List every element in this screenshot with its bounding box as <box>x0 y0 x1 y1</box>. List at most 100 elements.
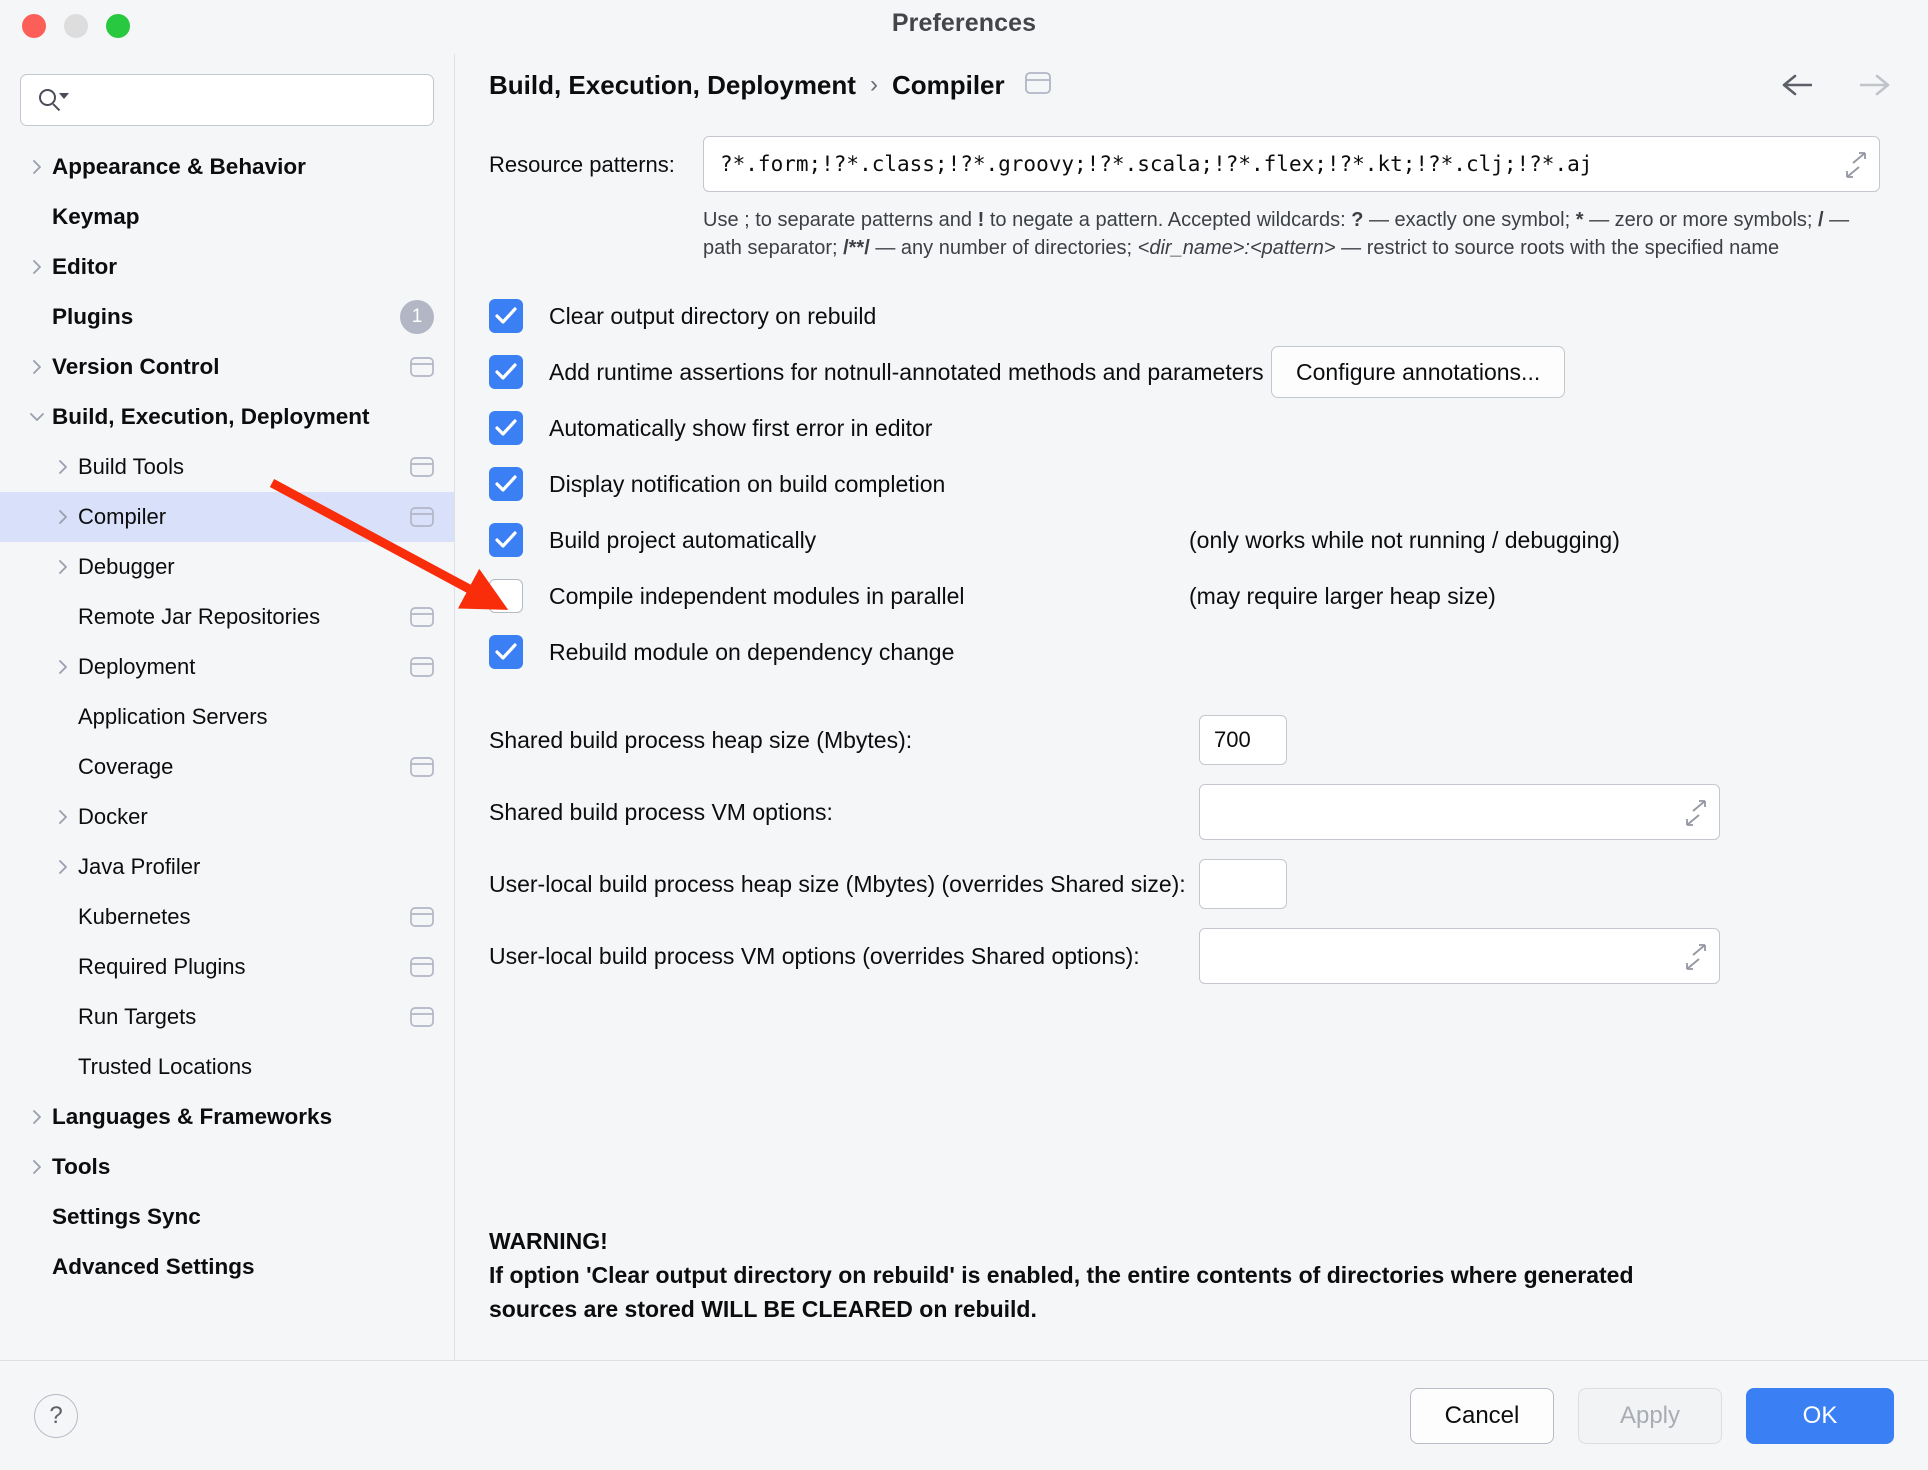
expand-editor-icon[interactable] <box>1841 147 1871 181</box>
field-input-user-local-build-process-vm-options-overrides-sh[interactable] <box>1199 928 1720 984</box>
hint-italic-dirname: <dir_name>:<pattern> <box>1137 237 1336 259</box>
search-input[interactable] <box>65 88 421 112</box>
resource-patterns-hint: Use ; to separate patterns and ! to nega… <box>703 206 1873 262</box>
sidebar-item-docker[interactable]: Docker <box>0 792 454 842</box>
sidebar-item-debugger[interactable]: Debugger <box>0 542 454 592</box>
project-scope-icon <box>410 357 434 377</box>
project-scope-icon <box>410 657 434 677</box>
checkbox-row: Build project automatically (only works w… <box>489 512 1880 568</box>
sidebar-item-coverage[interactable]: Coverage <box>0 742 454 792</box>
sidebar-item-remote-jar-repositories[interactable]: Remote Jar Repositories <box>0 592 454 642</box>
apply-button[interactable]: Apply <box>1578 1387 1722 1444</box>
sidebar-item-editor[interactable]: Editor <box>0 242 454 292</box>
sidebar-item-compiler[interactable]: Compiler <box>0 492 454 542</box>
breadcrumb-separator-icon: › <box>869 71 878 98</box>
resource-patterns-label: Resource patterns: <box>489 152 675 177</box>
sidebar-item-required-plugins[interactable]: Required Plugins <box>0 942 454 992</box>
title-bar: Preferences <box>0 0 1928 54</box>
breadcrumb-root[interactable]: Build, Execution, Deployment <box>489 70 856 101</box>
chevron-right-icon[interactable] <box>48 458 78 476</box>
checkbox-build-project-automatically[interactable] <box>489 523 523 557</box>
ok-button[interactable]: OK <box>1746 1387 1894 1444</box>
plugins-update-badge: 1 <box>400 300 434 334</box>
sidebar-item-languages-frameworks[interactable]: Languages & Frameworks <box>0 1092 454 1142</box>
chevron-right-icon[interactable] <box>48 858 78 876</box>
settings-sidebar: Appearance & Behavior Keymap Editor Plugins… <box>0 54 455 1360</box>
hint-part-3: — exactly one symbol; <box>1363 209 1576 231</box>
sidebar-item-plugins[interactable]: Plugins 1 <box>0 292 454 342</box>
sidebar-item-application-servers[interactable]: Application Servers <box>0 692 454 742</box>
chevron-right-icon[interactable] <box>22 258 52 276</box>
hint-part-2: to negate a pattern. Accepted wildcards: <box>984 209 1352 231</box>
sidebar-item-version-control[interactable]: Version Control <box>0 342 454 392</box>
sidebar-item-label: Remote Jar Repositories <box>78 604 321 629</box>
chevron-right-icon[interactable] <box>22 358 52 376</box>
sidebar-item-keymap[interactable]: Keymap <box>0 192 454 242</box>
checkbox-display-notification-on-build-completion[interactable] <box>489 467 523 501</box>
sidebar-item-label: Build, Execution, Deployment <box>52 404 370 429</box>
hint-bold-star: * <box>1575 209 1584 231</box>
project-scope-icon <box>410 1007 434 1027</box>
field-row: Shared build process heap size (Mbytes):… <box>489 704 1880 776</box>
hint-bold-globstar: /**/ <box>843 237 870 259</box>
checkbox-row: Add runtime assertions for notnull-annot… <box>489 344 1880 400</box>
breadcrumb-bar: Build, Execution, Deployment › Compiler <box>455 54 1928 116</box>
configure-annotations-button[interactable]: Configure annotations... <box>1271 346 1566 398</box>
chevron-right-icon[interactable] <box>22 158 52 176</box>
settings-tree: Appearance & Behavior Keymap Editor Plugins… <box>0 132 454 1360</box>
chevron-right-icon[interactable] <box>22 1108 52 1126</box>
field-value: 700 <box>1214 727 1251 752</box>
warning-line-2: If option 'Clear output directory on reb… <box>489 1262 1634 1288</box>
sidebar-item-label: Required Plugins <box>78 954 246 979</box>
checkbox-add-runtime-assertions-for-notnull-annotated-methods-and-parameters[interactable] <box>489 355 523 389</box>
search-box[interactable] <box>20 74 434 126</box>
sidebar-item-label: Compiler <box>78 504 167 529</box>
sidebar-item-kubernetes[interactable]: Kubernetes <box>0 892 454 942</box>
chevron-right-icon[interactable] <box>22 1158 52 1176</box>
chevron-right-icon[interactable] <box>48 558 78 576</box>
sidebar-item-label: Settings Sync <box>52 1204 201 1229</box>
checkbox-rebuild-module-on-dependency-change[interactable] <box>489 635 523 669</box>
project-scope-icon <box>410 907 434 927</box>
checkbox-automatically-show-first-error-in-editor[interactable] <box>489 411 523 445</box>
project-scope-icon <box>410 507 434 527</box>
sidebar-item-deployment[interactable]: Deployment <box>0 642 454 692</box>
build-process-fields: Shared build process heap size (Mbytes):… <box>489 704 1880 992</box>
checkbox-label: Build project automatically <box>549 526 817 553</box>
expand-editor-icon[interactable] <box>1681 939 1711 973</box>
field-input-shared-build-process-vm-options[interactable] <box>1199 784 1720 840</box>
sidebar-item-tools[interactable]: Tools <box>0 1142 454 1192</box>
sidebar-item-appearance-behavior[interactable]: Appearance & Behavior <box>0 142 454 192</box>
sidebar-item-label: Coverage <box>78 754 174 779</box>
cancel-button[interactable]: Cancel <box>1410 1387 1554 1444</box>
sidebar-item-run-targets[interactable]: Run Targets <box>0 992 454 1042</box>
sidebar-item-label: Kubernetes <box>78 904 191 929</box>
checkbox-compile-independent-modules-in-parallel[interactable] <box>489 579 523 613</box>
help-button[interactable]: ? <box>34 1393 78 1438</box>
sidebar-item-build-tools[interactable]: Build Tools <box>0 442 454 492</box>
sidebar-item-trusted-locations[interactable]: Trusted Locations <box>0 1042 454 1092</box>
field-input-shared-build-process-heap-size-mbytes[interactable]: 700 <box>1199 715 1287 765</box>
checkbox-row: Display notification on build completion <box>489 456 1880 512</box>
resource-patterns-field[interactable]: ?*.form;!?*.class;!?*.groovy;!?*.scala;!… <box>703 136 1880 192</box>
sidebar-item-label: Deployment <box>78 654 196 679</box>
chevron-right-icon[interactable] <box>48 508 78 526</box>
sidebar-item-label: Trusted Locations <box>78 1054 253 1079</box>
checkbox-clear-output-directory-on-rebuild[interactable] <box>489 299 523 333</box>
field-input-user-local-build-process-heap-size-mbytes-overri[interactable] <box>1199 859 1287 909</box>
sidebar-item-advanced-settings[interactable]: Advanced Settings <box>0 1242 454 1292</box>
sidebar-item-label: Build Tools <box>78 454 184 479</box>
expand-editor-icon[interactable] <box>1681 795 1711 829</box>
field-label: User-local build process VM options (ove… <box>489 942 1140 969</box>
sidebar-item-build-execution-deployment[interactable]: Build, Execution, Deployment <box>0 392 454 442</box>
navigation-arrows <box>1778 71 1902 99</box>
forward-arrow-icon[interactable] <box>1854 71 1894 99</box>
chevron-right-icon[interactable] <box>48 658 78 676</box>
sidebar-item-settings-sync[interactable]: Settings Sync <box>0 1192 454 1242</box>
chevron-right-icon[interactable] <box>48 808 78 826</box>
back-arrow-icon[interactable] <box>1778 71 1818 99</box>
sidebar-item-java-profiler[interactable]: Java Profiler <box>0 842 454 892</box>
checkbox-label: Compile independent modules in parallel <box>549 582 965 609</box>
chevron-down-icon[interactable] <box>22 408 52 426</box>
dialog-footer: ? Cancel Apply OK <box>0 1360 1928 1470</box>
